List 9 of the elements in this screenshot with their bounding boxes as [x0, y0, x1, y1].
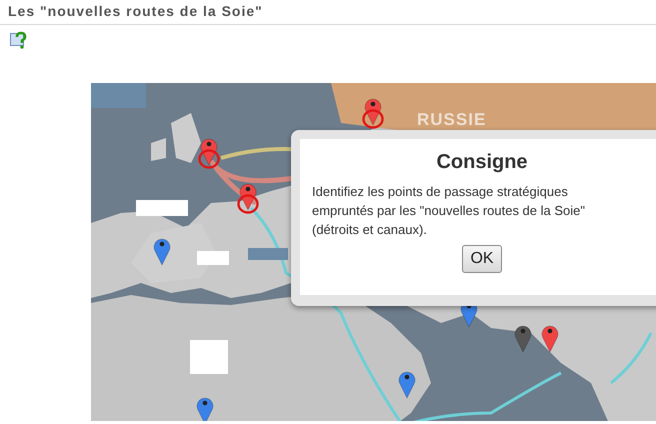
sea-patch-drawing	[91, 83, 146, 108]
ok-button[interactable]: OK	[462, 245, 502, 273]
dialog-title: Consigne	[435, 151, 529, 174]
region-label: RUSSIE	[417, 110, 486, 130]
sea-patch-drawing	[248, 248, 288, 260]
page-title: Les "nouvelles routes de la Soie"	[0, 0, 656, 25]
dialog-message: Identifiez les points de passage stratégiques empruntés par les "nouvelles routes de la Soie" (détroits et canaux).	[312, 183, 586, 239]
help-icon[interactable]	[10, 31, 29, 50]
island-drawing	[151, 113, 201, 163]
